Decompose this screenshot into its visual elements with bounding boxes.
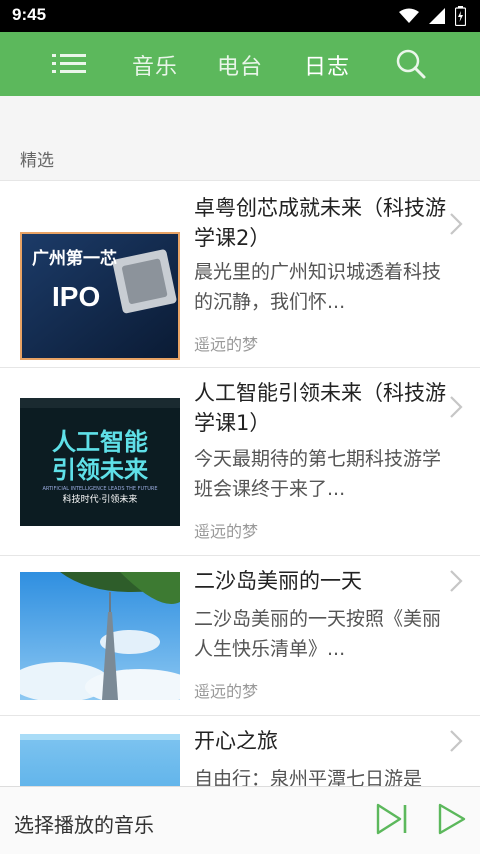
top-nav: 音乐 电台 日志: [0, 32, 480, 96]
article-author: 遥远的梦: [194, 522, 259, 541]
article-excerpt: 今天最期待的第七期科技游学班会课终于来了...: [194, 448, 442, 500]
status-icons: [399, 6, 466, 26]
wifi-icon: [399, 8, 419, 23]
article-author: 遥远的梦: [194, 682, 259, 701]
battery-icon: [455, 6, 466, 26]
article-title: 卓粤创芯成就未来（科技游学课2）: [194, 196, 446, 250]
article-author: 遥远的梦: [194, 335, 259, 354]
thumb-caption: IPO: [52, 281, 100, 312]
article-excerpt: 晨光里的广州知识城透着科技的沉静，我们怀...: [194, 261, 442, 313]
thumb-caption: 科技时代·引领未来: [63, 493, 138, 505]
chevron-right-icon: [450, 396, 463, 418]
article-title: 开心之旅: [194, 729, 278, 753]
article-excerpt: 二沙岛美丽的一天按照《美丽人生快乐清单》...: [194, 608, 442, 660]
article-thumbnail: [20, 572, 180, 700]
thumb-caption: ARTIFICIAL INTELLIGENCE LEADS THE FUTURE: [42, 486, 157, 492]
article-thumbnail: [20, 734, 180, 786]
section-title: 精选: [20, 151, 54, 171]
article-title: 人工智能引领未来（科技游学课1）: [194, 381, 446, 435]
article-excerpt: 自由行：泉州平潭七日游是: [194, 768, 423, 786]
chevron-right-icon: [450, 570, 463, 592]
article-list[interactable]: 精选 广州第一芯 IPO 卓粤创芯成就未来（科技游学课2） 晨光里的广州知识城透…: [0, 96, 480, 786]
play-icon[interactable]: [434, 801, 470, 837]
article-thumbnail: 广州第一芯 IPO: [20, 232, 180, 360]
chevron-right-icon: [450, 730, 463, 752]
player-bar: 选择播放的音乐: [0, 786, 480, 854]
status-bar: 9:45: [0, 0, 480, 32]
list-item[interactable]: 开心之旅 自由行：泉州平潭七日游是: [0, 715, 480, 786]
list-item[interactable]: 人工智能 引领未来 ARTIFICIAL INTELLIGENCE LEADS …: [0, 367, 480, 556]
tab-music[interactable]: 音乐: [132, 49, 178, 81]
article-title: 二沙岛美丽的一天: [194, 569, 362, 593]
tab-journal[interactable]: 日志: [304, 49, 350, 81]
thumb-caption: 广州第一芯: [32, 248, 117, 269]
status-time: 9:45: [12, 5, 47, 24]
thumb-caption: 人工智能: [52, 428, 148, 456]
menu-icon[interactable]: [50, 50, 88, 78]
now-playing-label[interactable]: 选择播放的音乐: [14, 809, 154, 838]
chevron-right-icon: [450, 213, 463, 235]
section-header: 精选: [0, 96, 480, 180]
search-icon[interactable]: [395, 48, 427, 80]
tab-radio[interactable]: 电台: [217, 49, 263, 81]
skip-next-icon[interactable]: [374, 801, 410, 837]
article-thumbnail: 人工智能 引领未来 ARTIFICIAL INTELLIGENCE LEADS …: [20, 398, 180, 526]
list-item[interactable]: 广州第一芯 IPO 卓粤创芯成就未来（科技游学课2） 晨光里的广州知识城透着科技…: [0, 180, 480, 368]
thumb-caption: 引领未来: [52, 456, 149, 484]
signal-icon: [429, 8, 445, 24]
list-item[interactable]: 二沙岛美丽的一天 二沙岛美丽的一天按照《美丽人生快乐清单》... 遥远的梦: [0, 555, 480, 716]
